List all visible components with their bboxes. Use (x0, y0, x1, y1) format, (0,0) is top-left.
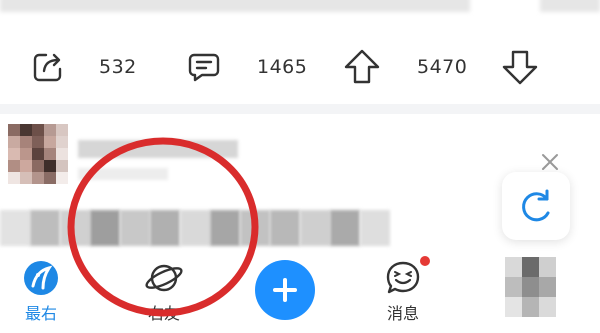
section-divider (0, 104, 600, 114)
upvote-button[interactable] (342, 38, 382, 96)
refresh-button[interactable] (502, 172, 570, 240)
squid-logo-icon (24, 261, 58, 295)
comment-icon (188, 53, 220, 82)
tab-messages-label: 消息 (386, 304, 419, 323)
upvote-count: 5470 (417, 56, 468, 78)
post-action-bar: 532 1465 5470 (0, 38, 600, 96)
previous-card-remnant (0, 0, 600, 18)
create-post-button[interactable] (255, 260, 315, 320)
username-placeholder (78, 140, 238, 158)
upvote-icon (344, 49, 380, 84)
tab-messages[interactable]: 消息 (368, 252, 438, 333)
avatar[interactable] (8, 124, 68, 186)
planet-icon (145, 264, 183, 292)
post-text-placeholder (0, 210, 390, 246)
close-icon (542, 154, 558, 170)
downvote-button[interactable] (500, 38, 540, 96)
smiley-message-icon (386, 261, 420, 294)
tab-home[interactable]: 最右 (6, 252, 76, 333)
share-button[interactable] (30, 38, 66, 96)
comment-count: 1465 (257, 56, 308, 78)
tab-profile[interactable] (505, 257, 556, 317)
refresh-icon (522, 189, 550, 222)
share-icon (33, 53, 62, 82)
downvote-icon (502, 50, 538, 85)
meta-placeholder (78, 168, 168, 180)
tab-friends[interactable]: 右友 (129, 252, 199, 333)
plus-icon (273, 278, 297, 302)
share-count: 532 (99, 56, 137, 78)
close-button[interactable] (538, 150, 562, 174)
tab-home-label: 最右 (24, 304, 57, 323)
messages-badge (418, 254, 432, 268)
comment-button[interactable] (186, 38, 222, 96)
tab-friends-label: 右友 (147, 304, 180, 323)
